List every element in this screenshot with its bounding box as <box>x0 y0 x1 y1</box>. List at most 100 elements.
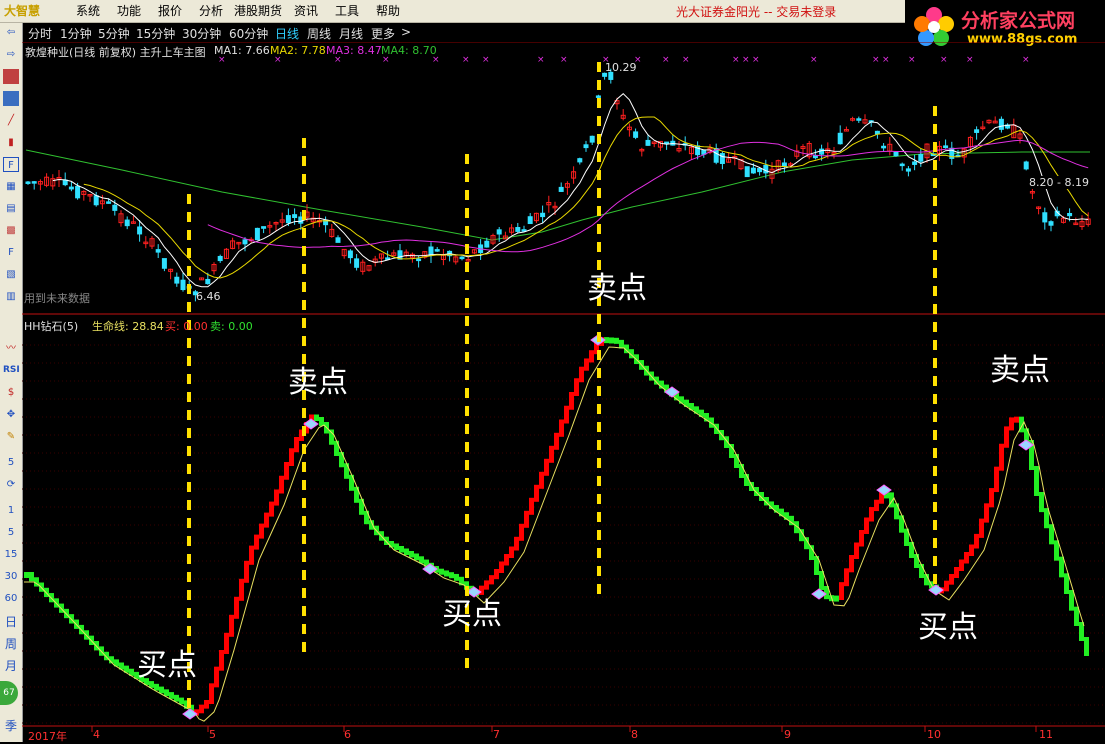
period-day-button[interactable]: 日 <box>3 615 19 630</box>
data-icon[interactable]: ▤ <box>3 201 19 216</box>
candle-body <box>918 154 924 162</box>
list-icon[interactable] <box>3 91 19 106</box>
indicator-bar <box>494 569 499 580</box>
candle-body <box>1067 212 1073 217</box>
indicator-bar <box>894 503 899 520</box>
indicator-bar <box>244 560 249 583</box>
finance-icon[interactable]: ▩ <box>3 223 19 238</box>
period-month-button[interactable]: 月 <box>3 659 19 674</box>
f10-icon[interactable]: F <box>3 157 19 172</box>
indicator-bar <box>614 337 619 344</box>
f5-icon[interactable]: 5 <box>3 455 19 470</box>
candle-body <box>242 239 248 245</box>
chart-line-icon[interactable]: ╱ <box>3 113 19 128</box>
indicator-bar <box>154 683 159 691</box>
indicator-bar <box>29 572 34 582</box>
indicator-bar <box>294 437 299 453</box>
indicator-bar <box>1059 556 1064 578</box>
period-season-button[interactable]: 季 <box>3 719 19 734</box>
signal-x-mark: × <box>742 55 750 65</box>
tab-more[interactable]: 更多 <box>371 25 395 42</box>
badge-counter[interactable]: 67 <box>0 681 18 705</box>
menu-item-tools[interactable]: 工具 <box>335 3 359 19</box>
indicator-bar <box>209 683 214 704</box>
indicator-bar <box>264 512 269 528</box>
signal-x-mark: × <box>682 55 690 65</box>
candle-body <box>347 250 353 259</box>
tab-daily[interactable]: 日线 <box>275 25 299 42</box>
candle-body <box>354 258 360 268</box>
tab-5min[interactable]: 5分钟 <box>98 25 130 42</box>
indicator-bar <box>214 666 219 688</box>
indicator-bar <box>514 536 519 551</box>
menu-item-quote[interactable]: 报价 <box>158 3 182 19</box>
period-5-button[interactable]: 5 <box>3 525 19 540</box>
indicator-bar <box>849 555 854 573</box>
candle-body <box>106 201 112 204</box>
indicator-bar <box>994 466 999 493</box>
candle-body <box>416 258 422 262</box>
x-month-10: 10 <box>927 728 941 741</box>
period-30-button[interactable]: 30 <box>3 569 19 584</box>
indicator-bar <box>944 580 949 592</box>
menu-item-hk-futures[interactable]: 港股期货 <box>234 3 282 19</box>
sell-value: 卖: 0.00 <box>210 320 253 333</box>
indicator-bar <box>509 546 514 558</box>
fig-icon[interactable]: F <box>3 245 19 260</box>
menu-item-function[interactable]: 功能 <box>117 3 141 19</box>
stats-icon[interactable]: ▥ <box>3 289 19 304</box>
indicator-bar <box>284 462 289 480</box>
period-60-button[interactable]: 60 <box>3 591 19 606</box>
candle-body <box>1048 221 1054 226</box>
refresh-icon[interactable]: ⟳ <box>3 477 19 492</box>
rsi-icon[interactable]: RSI <box>3 363 20 378</box>
login-status: 光大证券金阳光 -- 交易未登录 <box>676 5 837 19</box>
sector-icon[interactable]: ▦ <box>3 179 19 194</box>
move-icon[interactable]: ✥ <box>3 407 19 422</box>
macd-icon[interactable]: 〰 <box>3 341 19 356</box>
indicator-bar <box>329 429 334 445</box>
tab-weekly[interactable]: 周线 <box>307 25 331 42</box>
tab-30min[interactable]: 30分钟 <box>182 25 221 42</box>
more-arrow-icon[interactable]: > <box>401 25 411 39</box>
menu-item-system[interactable]: 系统 <box>76 3 100 19</box>
candle-body <box>943 145 949 149</box>
signal-markers: 买点 卖点买点 卖点买点 卖点 <box>137 271 1050 683</box>
tab-intraday[interactable]: 分时 <box>28 25 52 42</box>
back-icon[interactable]: ⇦ <box>3 25 19 40</box>
indicator-bar <box>844 568 849 587</box>
dollar-icon[interactable]: $ <box>3 385 19 400</box>
pencil-icon[interactable]: ✎ <box>3 429 19 444</box>
candlesticks <box>25 68 1091 302</box>
x-month-5: 5 <box>209 728 216 741</box>
menu-item-news[interactable]: 资讯 <box>294 3 318 19</box>
forward-icon[interactable]: ⇨ <box>3 47 19 62</box>
chart-area: × × × × × × × × × × × × × × × × × × × × × × × 买点 卖点买点 卖点买点 卖点 <box>22 42 1105 732</box>
candle-body <box>68 186 74 190</box>
menu-item-analysis[interactable]: 分析 <box>199 3 223 19</box>
x-month-4: 4 <box>93 728 100 741</box>
indicator-bar <box>999 443 1004 471</box>
tab-60min[interactable]: 60分钟 <box>229 25 268 42</box>
indicator-bar <box>749 482 754 491</box>
indicator-bar <box>364 510 369 525</box>
candle-body <box>434 249 440 252</box>
compare-icon[interactable]: ▧ <box>3 267 19 282</box>
tab-15min[interactable]: 15分钟 <box>136 25 175 42</box>
candle-body <box>292 214 298 219</box>
tab-1min[interactable]: 1分钟 <box>60 25 92 42</box>
candle-body <box>719 153 725 164</box>
indicator-bar <box>974 533 979 549</box>
tab-monthly[interactable]: 月线 <box>339 25 363 42</box>
period-week-button[interactable]: 周 <box>3 637 19 652</box>
period-15-button[interactable]: 15 <box>3 547 19 562</box>
menu-item-help[interactable]: 帮助 <box>376 3 400 19</box>
quote-board-icon[interactable] <box>3 69 19 84</box>
indicator-bar <box>1039 492 1044 513</box>
candle-body <box>62 179 68 186</box>
candle-icon[interactable]: ▮ <box>3 135 19 150</box>
indicator-title: HH钻石(5) <box>24 320 79 333</box>
period-1-button[interactable]: 1 <box>3 503 19 518</box>
buy-point-label: 买点 <box>442 597 502 632</box>
indicator-bar <box>339 452 344 468</box>
